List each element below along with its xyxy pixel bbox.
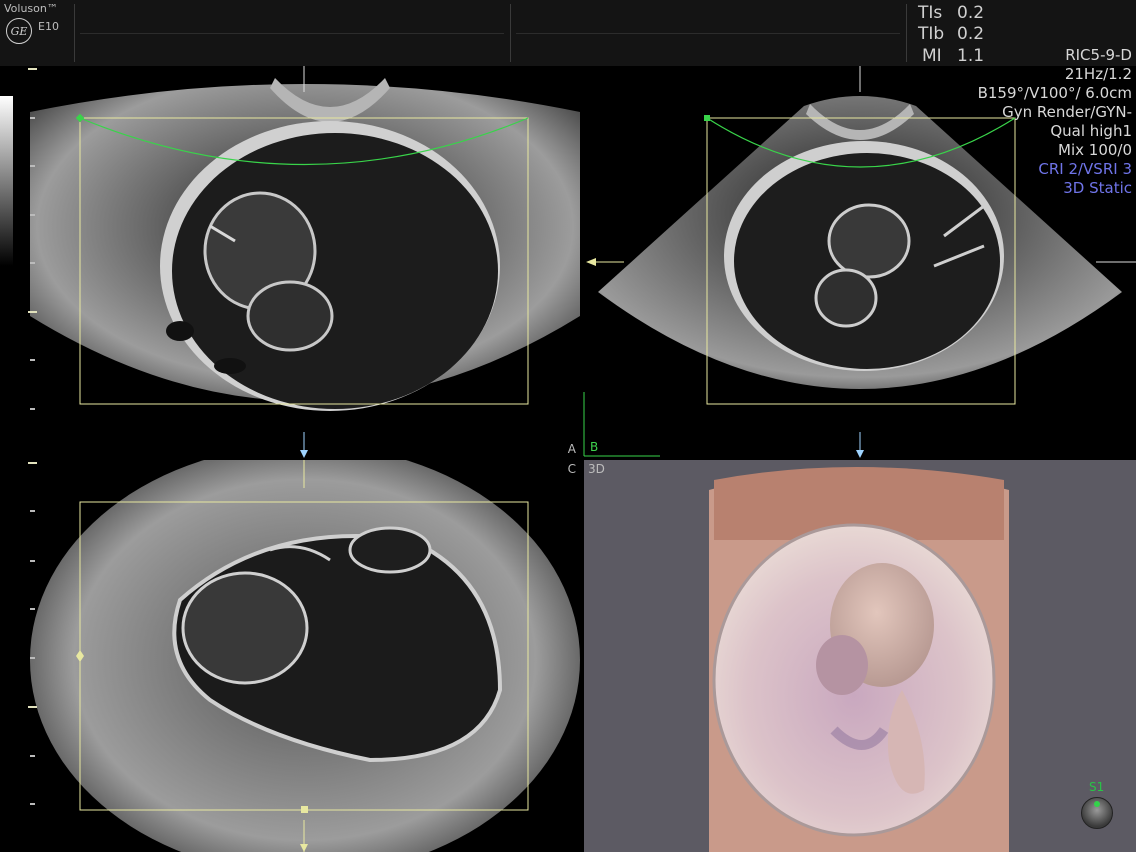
model-label: E10 <box>38 20 59 33</box>
depth-tick <box>30 165 35 167</box>
quadrant-c-label: C <box>567 462 576 476</box>
depth-tick <box>30 510 35 512</box>
tib-label: TIb <box>918 24 945 44</box>
cri-label: CRI 2/VSRI 3 <box>1038 160 1132 178</box>
depth-tick <box>30 755 35 757</box>
depth-tick <box>30 608 35 610</box>
scan-parameters: RIC5-9-D 21Hz/1.2 B159°/V100°/ 6.0cm Gyn… <box>978 46 1132 198</box>
render-mode-label: Gyn Render/GYN- <box>1002 103 1132 121</box>
depth-tick <box>28 311 37 313</box>
depth-tick <box>30 117 35 119</box>
quadrant-d-render[interactable]: 3D <box>584 460 1136 852</box>
active-quadrant-indicator <box>583 392 660 457</box>
grayscale-bar <box>0 96 13 266</box>
depth-tick <box>28 706 37 708</box>
angles-label: B159°/V100°/ 6.0cm <box>977 84 1132 102</box>
quadrant-d-label: 3D <box>588 462 605 476</box>
depth-tick <box>30 560 35 562</box>
depth-tick <box>30 657 35 659</box>
divider <box>516 33 900 34</box>
tis-label: TIs <box>918 3 943 23</box>
static-mode-label: 3D Static <box>1063 179 1132 197</box>
depth-tick <box>28 68 37 70</box>
tis-value: 0.2 <box>957 3 985 23</box>
3d-surface-render <box>709 467 1009 852</box>
depth-tick <box>28 462 37 464</box>
mi-label: MI <box>922 46 942 66</box>
sagittal-scan <box>30 66 580 458</box>
s1-label: S1 <box>1089 780 1105 794</box>
divider <box>80 33 504 34</box>
coronal-scan <box>30 460 580 852</box>
depth-tick <box>30 359 35 361</box>
mix-label: Mix 100/0 <box>1058 141 1132 159</box>
quadrant-a-label: A <box>567 442 576 456</box>
tib-value: 0.2 <box>957 24 985 44</box>
depth-tick <box>30 408 35 410</box>
divider <box>74 4 75 62</box>
depth-tick <box>30 803 35 805</box>
ge-logo: GE <box>6 18 32 44</box>
top-bar: Voluson™ GE E10 TIs 0.2 TIb 0.2 MI 1.1 <box>0 0 1136 66</box>
s1-status-dot <box>1094 801 1100 807</box>
quadrant-a-image[interactable]: A <box>30 66 580 458</box>
depth-tick <box>30 214 35 216</box>
divider <box>906 4 907 62</box>
divider <box>510 4 511 62</box>
quadrant-c-image[interactable]: C A <box>30 460 580 852</box>
frame-rate-label: 21Hz/1.2 <box>1064 65 1132 83</box>
probe-label: RIC5-9-D <box>1065 46 1132 64</box>
depth-tick <box>30 262 35 264</box>
brand-label: Voluson™ <box>4 2 58 15</box>
quality-label: Qual high1 <box>1050 122 1132 140</box>
